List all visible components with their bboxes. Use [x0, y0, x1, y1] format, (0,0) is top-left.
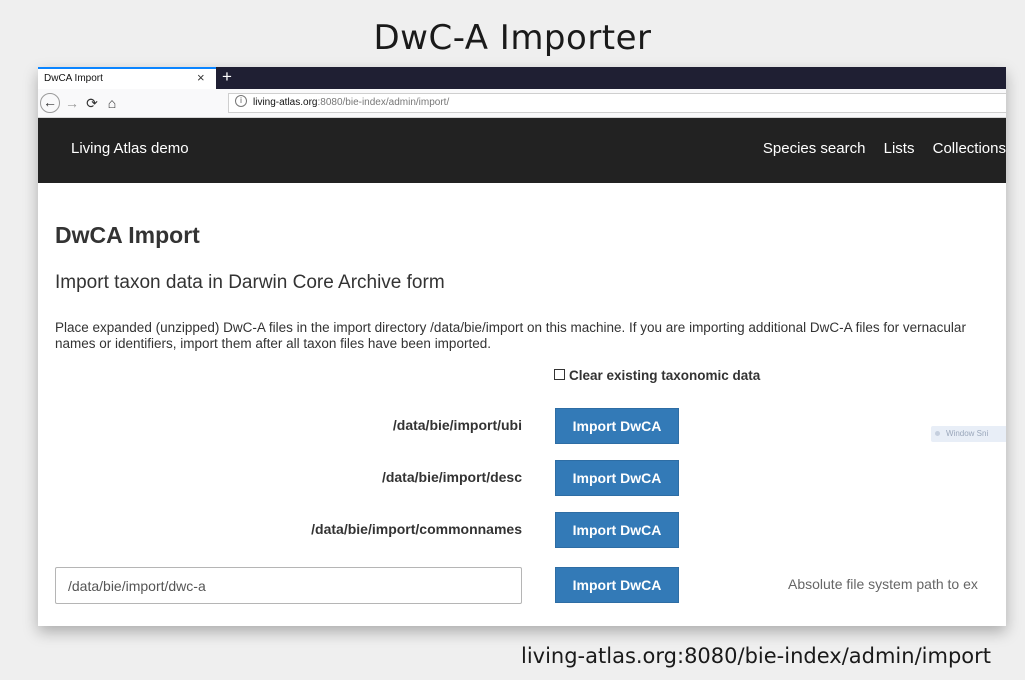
custom-path-input[interactable]: [55, 567, 522, 604]
path-help-text: Absolute file system path to ex: [788, 576, 978, 592]
nav-collections[interactable]: Collections: [933, 140, 1006, 157]
reload-icon[interactable]: ⟳: [82, 93, 102, 113]
browser-window: DwCA Import × + ← → ⟳ ⌂ i living-atlas.or…: [38, 67, 1006, 626]
browser-toolbar: ← → ⟳ ⌂ i living-atlas.org:8080/bie-index…: [38, 89, 1006, 118]
info-icon[interactable]: i: [235, 95, 247, 108]
slide-caption: living-atlas.org:8080/bie-index/admin/im…: [520, 644, 991, 668]
close-tab-icon[interactable]: ×: [197, 71, 205, 85]
new-tab-icon[interactable]: +: [222, 67, 232, 87]
back-arrow-icon[interactable]: ←: [40, 93, 60, 113]
site-brand[interactable]: Living Atlas demo: [71, 140, 189, 157]
forward-arrow-icon[interactable]: →: [62, 93, 82, 113]
home-icon[interactable]: ⌂: [102, 93, 122, 113]
url-path: :8080/bie-index/admin/import/: [317, 97, 450, 108]
snip-badge-label: Window Sni: [946, 429, 989, 438]
tab-title: DwCA Import: [44, 73, 103, 84]
import-path-label: /data/bie/import/desc: [381, 469, 522, 485]
url-host: living-atlas.org: [253, 97, 318, 108]
nav-species-search[interactable]: Species search: [763, 140, 866, 157]
clear-data-option[interactable]: Clear existing taxonomic data: [554, 368, 760, 383]
import-dwca-button[interactable]: Import DwCA: [555, 460, 679, 496]
import-path-label: /data/bie/import/ubi: [392, 417, 522, 433]
page-subtitle: Import taxon data in Darwin Core Archive…: [55, 272, 445, 293]
slide-title: DwC-A Importer: [373, 18, 652, 58]
address-bar[interactable]: i living-atlas.org:8080/bie-index/admin/i…: [228, 93, 1006, 113]
tab-bar: DwCA Import × +: [38, 67, 1006, 89]
clear-data-checkbox[interactable]: [554, 368, 565, 380]
import-dwca-button[interactable]: Import DwCA: [555, 512, 679, 548]
instructions-text: Place expanded (unzipped) DwC-A files in…: [55, 320, 966, 351]
browser-tab[interactable]: DwCA Import ×: [38, 67, 216, 89]
clear-data-label: Clear existing taxonomic data: [569, 368, 761, 383]
window-snip-overlay: Window Sni: [931, 426, 1006, 442]
import-path-label: /data/bie/import/commonnames: [311, 521, 522, 537]
import-dwca-button[interactable]: Import DwCA: [555, 408, 679, 444]
page-title: DwCA Import: [55, 222, 200, 248]
site-header: Living Atlas demo Species search Lists C…: [38, 118, 1006, 183]
import-dwca-button[interactable]: Import DwCA: [555, 567, 679, 603]
site-nav: Species search Lists Collections: [749, 140, 1006, 157]
nav-lists[interactable]: Lists: [884, 140, 915, 157]
snip-dot-icon: [935, 431, 940, 437]
